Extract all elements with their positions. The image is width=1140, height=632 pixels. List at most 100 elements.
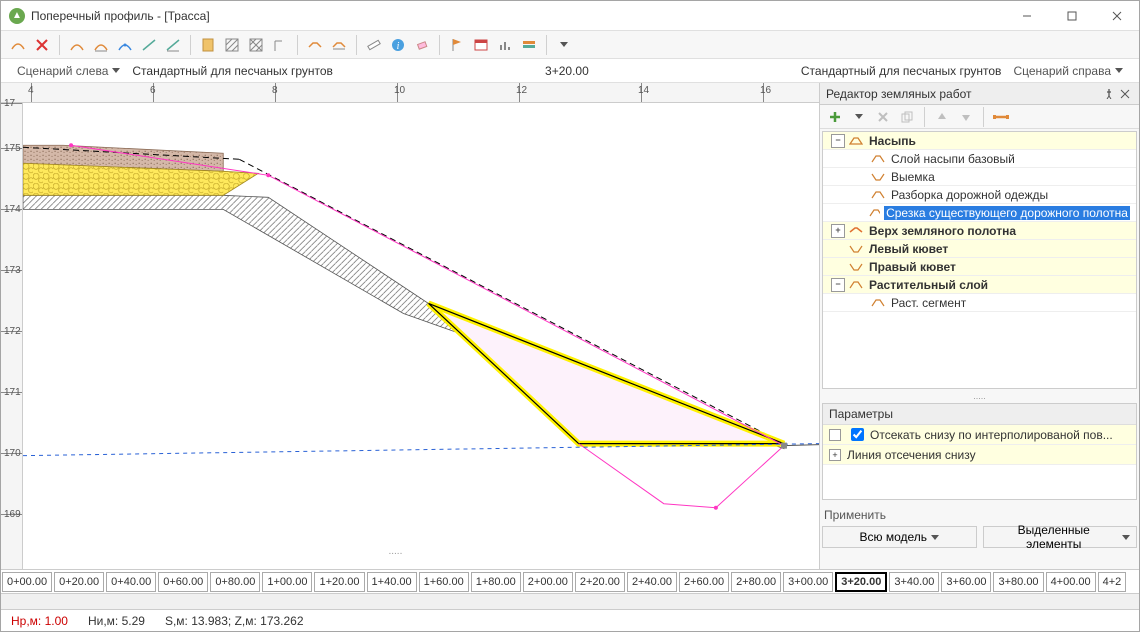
scenario-left-dropdown[interactable]: Сценарий слева (11, 64, 126, 78)
tool-flag-icon[interactable] (446, 34, 468, 56)
tool-road1-icon[interactable] (304, 34, 326, 56)
tool-clipboard-icon[interactable] (197, 34, 219, 56)
horizontal-scrollbar[interactable] (1, 593, 1139, 609)
scenario-bar: Сценарий слева Стандартный для песчаных … (1, 59, 1139, 83)
svg-text:i: i (397, 41, 400, 52)
station-tab[interactable]: 0+80.00 (210, 572, 260, 592)
param-clip-checkbox[interactable] (851, 428, 864, 441)
station-tab[interactable]: 1+80.00 (471, 572, 521, 592)
minimize-button[interactable] (1004, 1, 1049, 31)
current-station: 3+20.00 (333, 64, 801, 78)
panel-resizer[interactable]: ..... (820, 391, 1139, 401)
tree-node-right-ditch[interactable]: Правый кювет (823, 258, 1136, 276)
panel-title: Редактор земляных работ (826, 87, 972, 101)
tool-line-icon[interactable] (138, 34, 160, 56)
station-tab[interactable]: 3+80.00 (993, 572, 1043, 592)
tool-arc2-icon[interactable] (90, 34, 112, 56)
tree-node-topsoil[interactable]: − Растительный слой (823, 276, 1136, 294)
station-tab[interactable]: 3+00.00 (783, 572, 833, 592)
tree-node-existing-road-cut[interactable]: Срезка существующего дорожного полотна (823, 204, 1136, 222)
apply-selected-button[interactable]: Выделенные элементы (983, 526, 1138, 548)
topsoil-icon (849, 280, 863, 290)
app-window: ▲ Поперечный профиль - [Трасса] i (0, 0, 1140, 632)
cross-section-svg: ..... (23, 103, 819, 569)
tool-dim-icon[interactable] (269, 34, 291, 56)
copy-icon[interactable] (896, 106, 918, 128)
tool-line2-icon[interactable] (162, 34, 184, 56)
apply-panel: Применить Всю модель Выделенные элементы (822, 506, 1137, 548)
station-tab[interactable]: 0+40.00 (106, 572, 156, 592)
tree-node-fill[interactable]: − Насыпь (823, 132, 1136, 150)
scenario-right-value: Стандартный для песчаных грунтов (801, 64, 1002, 78)
tree-node-subgrade-top[interactable]: + Верх земляного полотна (823, 222, 1136, 240)
station-tab[interactable]: 0+00.00 (2, 572, 52, 592)
tool-chart-icon[interactable] (494, 34, 516, 56)
station-tab[interactable]: 3+60.00 (941, 572, 991, 592)
segment-icon[interactable] (990, 106, 1012, 128)
station-tab[interactable]: 2+40.00 (627, 572, 677, 592)
removal-icon (871, 190, 885, 200)
tool-hatch1-icon[interactable] (221, 34, 243, 56)
tool-hatch2-icon[interactable] (245, 34, 267, 56)
tool-eraser-icon[interactable] (411, 34, 433, 56)
station-tab[interactable]: 2+80.00 (731, 572, 781, 592)
tool-delete-icon[interactable] (31, 34, 53, 56)
param-clip-bottom[interactable]: Отсекать снизу по интерполированой пов..… (823, 425, 1136, 445)
tool-profile-icon[interactable] (7, 34, 29, 56)
panel-close-icon[interactable] (1117, 86, 1133, 102)
fill-icon (849, 136, 863, 146)
scenario-right-dropdown[interactable]: Сценарий справа (1007, 64, 1129, 78)
station-tab[interactable]: 0+20.00 (54, 572, 104, 592)
station-tab[interactable]: 1+00.00 (262, 572, 312, 592)
station-tab[interactable]: 2+60.00 (679, 572, 729, 592)
station-tab[interactable]: 1+40.00 (367, 572, 417, 592)
tool-arc3-icon[interactable] (114, 34, 136, 56)
chevron-down-icon (1115, 68, 1123, 73)
station-tab[interactable]: 3+40.00 (889, 572, 939, 592)
tree-node-topsoil-segment[interactable]: Раст. сегмент (823, 294, 1136, 312)
scenario-left-value: Стандартный для песчаных грунтов (132, 64, 333, 78)
move-down-icon[interactable] (955, 106, 977, 128)
earthworks-tree[interactable]: − Насыпь Слой насыпи базовый Выемка (822, 131, 1137, 389)
stations-bar[interactable]: 0+00.000+20.000+40.000+60.000+80.001+00.… (1, 569, 1139, 593)
status-sz: S,м: 13.983; Z,м: 173.262 (165, 614, 304, 628)
move-up-icon[interactable] (931, 106, 953, 128)
cross-section-canvas[interactable]: ..... (23, 103, 819, 569)
titlebar: ▲ Поперечный профиль - [Трасса] (1, 1, 1139, 31)
cut-icon (871, 172, 885, 182)
parameters-panel: Параметры Отсекать снизу по интерполиров… (822, 403, 1137, 500)
tool-table-icon[interactable] (470, 34, 492, 56)
ditch-icon (849, 244, 863, 254)
tree-node-cut[interactable]: Выемка (823, 168, 1136, 186)
station-tab[interactable]: 3+20.00 (835, 572, 887, 592)
tool-info-icon[interactable]: i (387, 34, 409, 56)
add-icon[interactable] (824, 106, 846, 128)
station-tab[interactable]: 4+2 (1098, 572, 1127, 592)
main-toolbar: i (1, 31, 1139, 59)
tool-arc1-icon[interactable] (66, 34, 88, 56)
tree-node-base-layer[interactable]: Слой насыпи базовый (823, 150, 1136, 168)
station-tab[interactable]: 2+00.00 (523, 572, 573, 592)
pin-icon[interactable] (1101, 86, 1117, 102)
station-tab[interactable]: 2+20.00 (575, 572, 625, 592)
apply-all-button[interactable]: Всю модель (822, 526, 977, 548)
maximize-button[interactable] (1049, 1, 1094, 31)
tool-layers-icon[interactable] (518, 34, 540, 56)
tool-dropdown-icon[interactable] (553, 34, 575, 56)
tree-node-left-ditch[interactable]: Левый кювет (823, 240, 1136, 258)
parameters-title: Параметры (823, 404, 1136, 425)
app-icon: ▲ (9, 8, 25, 24)
remove-icon[interactable] (872, 106, 894, 128)
tool-measure-icon[interactable] (363, 34, 385, 56)
tree-node-pavement-removal[interactable]: Разборка дорожной одежды (823, 186, 1136, 204)
station-tab[interactable]: 0+60.00 (158, 572, 208, 592)
tool-road2-icon[interactable] (328, 34, 350, 56)
station-tab[interactable]: 1+60.00 (419, 572, 469, 592)
ruler-vertical: 17 175 174 173 172 171 170 169 (1, 103, 23, 569)
station-tab[interactable]: 4+00.00 (1046, 572, 1096, 592)
add-dropdown-icon[interactable] (848, 106, 870, 128)
status-hi: Ни,м: 5.29 (88, 614, 145, 628)
station-tab[interactable]: 1+20.00 (314, 572, 364, 592)
param-clip-line[interactable]: + Линия отсечения снизу (823, 445, 1136, 465)
close-button[interactable] (1094, 1, 1139, 31)
